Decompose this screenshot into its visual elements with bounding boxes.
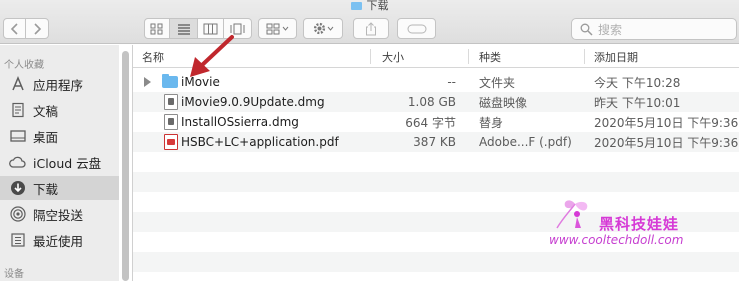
file-row-install-sierra[interactable]: InstallOSsierra.dmg 664 字节 替身 2020年5月10日… [133,112,739,132]
sidebar-item-label: iCloud 云盘 [33,155,102,171]
column-header-size[interactable]: 大小 [382,45,404,68]
window-title: 下载 [366,0,389,12]
file-name: iMovie9.0.9Update.dmg [181,95,325,109]
back-button[interactable] [4,19,26,38]
annotation-arrow-icon [190,35,234,77]
folder-icon [162,74,178,88]
disk-image-icon [164,94,178,110]
folder-icon [350,2,362,10]
column-header-kind[interactable]: 种类 [479,45,501,68]
grid-icon [150,23,163,34]
column-separator[interactable] [370,49,371,64]
watermark-title: 黑科技娃娃 [599,215,680,233]
search-icon [580,23,593,36]
icloud-icon [9,154,26,171]
group-by-button[interactable] [258,18,297,39]
search-placeholder: 搜索 [598,22,623,37]
sidebar-item-applications[interactable]: 应用程序 [0,72,119,96]
file-size: -- [447,75,456,89]
sidebar-scrollbar[interactable] [122,51,129,281]
chevron-left-icon [10,22,18,35]
sidebar-item-desktop[interactable]: 桌面 [0,124,119,148]
file-date: 2020年5月10日 下午9:36 [594,115,739,130]
action-button[interactable] [303,18,343,39]
sidebar-item-recents[interactable]: 最近使用 [0,228,119,252]
chevron-down-icon [282,26,289,31]
empty-row [133,252,739,272]
sidebar-section-devices: 设备 [4,269,24,280]
sidebar-item-label: 文稿 [33,103,59,119]
watermark: 黑科技娃娃 www.cooltechdoll.com [541,196,699,248]
file-row-hsbc-pdf[interactable]: HSBC+LC+application.pdf 387 KB Adobe...F… [133,132,739,152]
airdrop-icon [9,206,26,223]
column-separator[interactable] [468,49,469,64]
desktop-icon [9,128,26,145]
gear-icon [313,22,326,35]
file-kind: 文件夹 [479,75,516,90]
chevron-right-icon [33,22,41,35]
file-name: HSBC+LC+application.pdf [181,135,339,149]
title-bar: 下载 [0,0,739,12]
sidebar-item-downloads[interactable]: 下载 [0,176,119,200]
sidebar: 个人收藏 应用程序 文稿 桌面 iCloud 云盘 下载 隔空投送 最近使用 设… [0,45,119,281]
fairy-logo-icon [556,200,588,229]
forward-button[interactable] [26,19,48,38]
empty-row [133,172,739,192]
sidebar-item-label: 隔空投送 [33,207,84,223]
column-separator[interactable] [584,49,585,64]
empty-row [133,272,739,281]
file-size: 387 KB [413,135,456,149]
applications-icon [9,76,26,93]
chevron-down-icon [327,26,334,31]
file-date: 2020年5月10日 下午9:36 [594,135,739,150]
file-date: 昨天 下午10:01 [594,95,681,110]
column-header-date[interactable]: 添加日期 [594,45,638,68]
grid-icon [266,23,280,34]
file-kind: 替身 [479,115,504,130]
sidebar-item-airdrop[interactable]: 隔空投送 [0,202,119,226]
sidebar-item-label: 桌面 [33,129,59,145]
file-size: 1.08 GB [407,95,456,109]
sidebar-item-label: 最近使用 [33,233,84,249]
recents-icon [9,232,26,249]
share-button[interactable] [353,18,389,39]
documents-icon [9,102,26,119]
disclosure-triangle-icon[interactable] [144,77,151,87]
file-name: InstallOSsierra.dmg [181,115,299,129]
share-icon [366,21,376,35]
tag-icon [407,24,426,33]
sidebar-section-favorites: 个人收藏 [4,60,44,71]
search-input[interactable]: 搜索 [571,18,737,40]
alias-file-icon [164,114,178,130]
sidebar-item-label: 应用程序 [33,77,84,93]
pdf-icon [164,134,178,150]
navigation-buttons [3,18,49,39]
file-row-imovie-update-dmg[interactable]: iMovie9.0.9Update.dmg 1.08 GB 磁盘映像 昨天 下午… [133,92,739,112]
downloads-icon [9,180,26,197]
sidebar-item-icloud[interactable]: iCloud 云盘 [0,150,119,174]
sidebar-item-label: 下载 [33,181,59,197]
file-date: 今天 下午10:28 [594,75,681,90]
file-kind: 磁盘映像 [479,95,528,110]
column-header-name[interactable]: 名称 [142,45,164,68]
sidebar-item-documents[interactable]: 文稿 [0,98,119,122]
file-size: 664 字节 [405,115,456,130]
empty-row [133,152,739,172]
file-kind: Adobe...F (.pdf) [479,135,572,149]
icon-view-button[interactable] [145,19,170,38]
toolbar: 下载 搜索 [0,0,739,44]
tags-button[interactable] [397,18,436,39]
watermark-url: www.cooltechdoll.com [549,233,684,247]
